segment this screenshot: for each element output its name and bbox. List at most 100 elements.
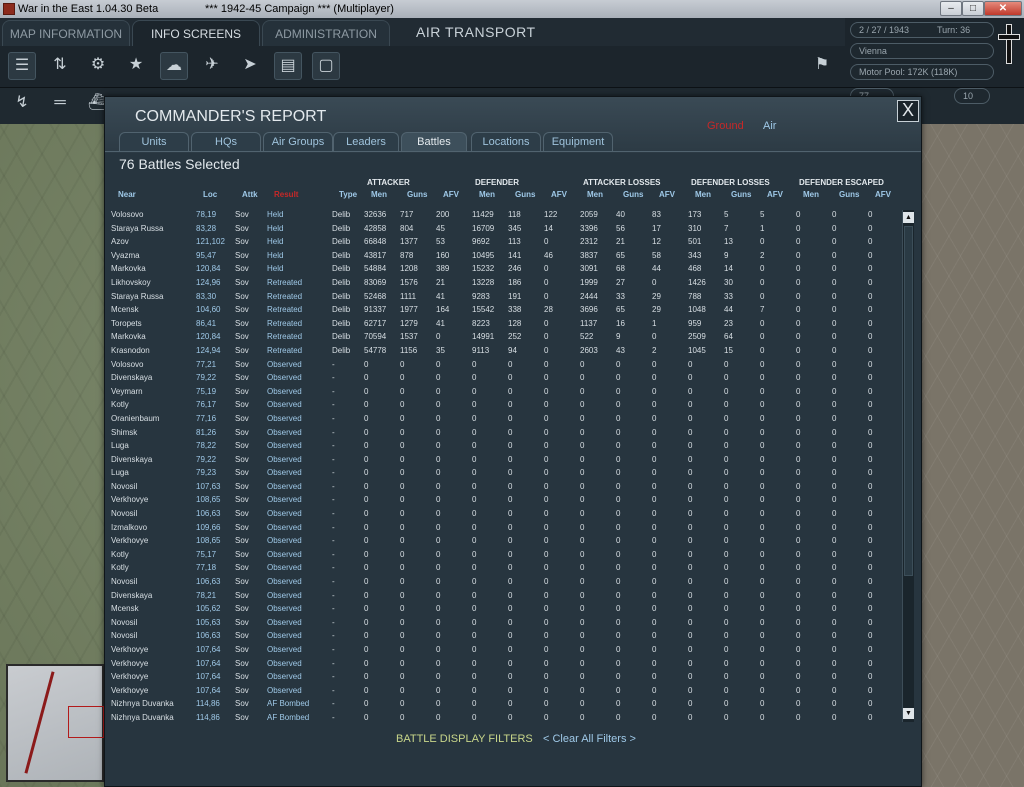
- tab-units[interactable]: Units: [119, 132, 189, 151]
- cell-near[interactable]: Markovka: [111, 330, 146, 344]
- table-row[interactable]: Markovka 120,84 Sov Held Delib 54884 1208 389 15…: [105, 262, 902, 276]
- rail-icon[interactable]: ═: [46, 90, 74, 118]
- cell-near[interactable]: Volosovo: [111, 208, 143, 222]
- table-row[interactable]: Verkhovye 107,64 Sov Observed - 0 0 0 0 0 0 0 0 0 0 0 0 0…: [105, 657, 902, 671]
- table-row[interactable]: Verkhovye 107,64 Sov Observed - 0 0 0 0 0 0 0 0 0 0 0 0 0…: [105, 684, 902, 698]
- col-header-attl-afv[interactable]: AFV: [659, 190, 675, 199]
- mode-air-toggle[interactable]: Air: [763, 120, 776, 132]
- cell-near[interactable]: Divenskaya: [111, 371, 152, 385]
- table-row[interactable]: Divenskaya 78,21 Sov Observed - 0 0 0 0 0 0 0 0 0 0 0 0 0…: [105, 589, 902, 603]
- table-row[interactable]: Likhovskoy 124,96 Sov Retreated Delib 83069 15…: [105, 276, 902, 290]
- cell-near[interactable]: Volosovo: [111, 358, 143, 372]
- cell-near[interactable]: Verkhovye: [111, 657, 148, 671]
- stack-icon[interactable]: ☰: [8, 52, 36, 80]
- col-header-type[interactable]: Type: [339, 190, 357, 199]
- col-header-attk[interactable]: Attk: [242, 190, 258, 199]
- cell-near[interactable]: Luga: [111, 466, 129, 480]
- col-header-result[interactable]: Result: [274, 190, 298, 199]
- sliders-icon[interactable]: ⇅: [46, 52, 74, 80]
- table-row[interactable]: Novosil 106,63 Sov Observed - 0 0 0 0 0 0 0 0 0 0 0 0 0 0 0: [105, 507, 902, 521]
- table-row[interactable]: Veymarn 75,19 Sov Observed - 0 0 0 0 0 0 0 0 0 0 0 0 0 0 0: [105, 385, 902, 399]
- col-header-def-afv[interactable]: AFV: [551, 190, 567, 199]
- fuel-icon[interactable]: ▤: [274, 52, 302, 80]
- rocket-icon[interactable]: ➤: [236, 52, 264, 80]
- tab-leaders[interactable]: Leaders: [333, 132, 399, 151]
- table-row[interactable]: Mcensk 105,62 Sov Observed - 0 0 0 0 0 0 0 0 0 0 0 0 0 0 0: [105, 602, 902, 616]
- cell-near[interactable]: Novosil: [111, 629, 137, 643]
- table-row[interactable]: Luga 79,23 Sov Observed - 0 0 0 0 0 0 0 0 0 0 0 0 0 0 0: [105, 466, 902, 480]
- cell-near[interactable]: Nizhnya Duvanka: [111, 711, 174, 722]
- table-scrollbar[interactable]: ▲ ▼: [902, 210, 914, 722]
- col-header-defl-guns[interactable]: Guns: [731, 190, 751, 199]
- cell-near[interactable]: Verkhovye: [111, 684, 148, 698]
- tab-info-screens[interactable]: INFO SCREENS: [132, 20, 260, 46]
- col-header-esc-guns[interactable]: Guns: [839, 190, 859, 199]
- table-row[interactable]: Mcensk 104,60 Sov Retreated Delib 91337 1977 16…: [105, 303, 902, 317]
- close-report-button[interactable]: X: [897, 100, 919, 122]
- table-row[interactable]: Novosil 107,63 Sov Observed - 0 0 0 0 0 0 0 0 0 0 0 0 0 0 0: [105, 480, 902, 494]
- battle-display-filters-button[interactable]: BATTLE DISPLAY FILTERS: [396, 733, 533, 745]
- table-row[interactable]: Izmalkovo 109,66 Sov Observed - 0 0 0 0 0 0 0 0 0 0 0 0 0…: [105, 521, 902, 535]
- cell-near[interactable]: Veymarn: [111, 385, 143, 399]
- minimap[interactable]: [6, 664, 104, 782]
- table-row[interactable]: Luga 78,22 Sov Observed - 0 0 0 0 0 0 0 0 0 0 0 0 0 0 0: [105, 439, 902, 453]
- cell-near[interactable]: Likhovskoy: [111, 276, 151, 290]
- col-header-defl-afv[interactable]: AFV: [767, 190, 783, 199]
- table-row[interactable]: Divenskaya 79,22 Sov Observed - 0 0 0 0 0 0 0 0 0 0 0 0 0…: [105, 371, 902, 385]
- table-row[interactable]: Novosil 106,63 Sov Observed - 0 0 0 0 0 0 0 0 0 0 0 0 0 0 0: [105, 575, 902, 589]
- cell-near[interactable]: Verkhovye: [111, 534, 148, 548]
- cell-near[interactable]: Kotly: [111, 548, 129, 562]
- cell-near[interactable]: Luga: [111, 439, 129, 453]
- table-row[interactable]: Verkhovye 108,65 Sov Observed - 0 0 0 0 0 0 0 0 0 0 0 0 0…: [105, 534, 902, 548]
- tab-administration[interactable]: ADMINISTRATION: [262, 20, 390, 46]
- col-header-def-men[interactable]: Men: [479, 190, 495, 199]
- tab-battles[interactable]: Battles: [401, 132, 467, 151]
- tab-hqs[interactable]: HQs: [191, 132, 261, 151]
- table-row[interactable]: Verkhovye 108,65 Sov Observed - 0 0 0 0 0 0 0 0 0 0 0 0 0…: [105, 493, 902, 507]
- star-icon[interactable]: ★: [122, 52, 150, 80]
- cell-near[interactable]: Novosil: [111, 507, 137, 521]
- plane-icon[interactable]: ✈: [198, 52, 226, 80]
- scroll-thumb[interactable]: [904, 226, 913, 576]
- table-row[interactable]: Kotly 75,17 Sov Observed - 0 0 0 0 0 0 0 0 0 0 0 0 0 0 0: [105, 548, 902, 562]
- counter-box[interactable]: 10: [954, 88, 990, 104]
- clear-all-filters-button[interactable]: < Clear All Filters >: [543, 733, 636, 745]
- cell-near[interactable]: Kotly: [111, 561, 129, 575]
- table-row[interactable]: Kotly 76,17 Sov Observed - 0 0 0 0 0 0 0 0 0 0 0 0 0 0 0: [105, 398, 902, 412]
- cell-near[interactable]: Oranienbaum: [111, 412, 159, 426]
- cell-near[interactable]: Divenskaya: [111, 453, 152, 467]
- scroll-down-icon[interactable]: ▼: [903, 708, 914, 719]
- cell-near[interactable]: Novosil: [111, 616, 137, 630]
- table-row[interactable]: Azov 121,102 Sov Held Delib 66848 1377 53 9692 11…: [105, 235, 902, 249]
- tab-air-groups[interactable]: Air Groups: [263, 132, 333, 151]
- col-header-loc[interactable]: Loc: [203, 190, 217, 199]
- table-row[interactable]: Kotly 77,18 Sov Observed - 0 0 0 0 0 0 0 0 0 0 0 0 0 0 0: [105, 561, 902, 575]
- cell-near[interactable]: Kotly: [111, 398, 129, 412]
- cell-near[interactable]: Nizhnya Duvanka: [111, 697, 174, 711]
- table-row[interactable]: Shimsk 81,26 Sov Observed - 0 0 0 0 0 0 0 0 0 0 0 0 0 0 0: [105, 426, 902, 440]
- cell-near[interactable]: Toropets: [111, 317, 142, 331]
- tab-map-information[interactable]: MAP INFORMATION: [2, 20, 130, 46]
- col-header-esc-afv[interactable]: AFV: [875, 190, 891, 199]
- map-right-area[interactable]: [920, 124, 1024, 787]
- table-row[interactable]: Toropets 86,41 Sov Retreated Delib 62717 1279 4…: [105, 317, 902, 331]
- maximize-icon[interactable]: □: [962, 1, 984, 16]
- cell-near[interactable]: Mcensk: [111, 602, 139, 616]
- tab-equipment[interactable]: Equipment: [543, 132, 613, 151]
- col-header-near[interactable]: Near: [118, 190, 136, 199]
- minimize-icon[interactable]: –: [940, 1, 962, 16]
- cell-near[interactable]: Krasnodon: [111, 344, 150, 358]
- cell-near[interactable]: Staraya Russa: [111, 290, 163, 304]
- cell-near[interactable]: Izmalkovo: [111, 521, 147, 535]
- col-header-attl-guns[interactable]: Guns: [623, 190, 643, 199]
- col-header-defl-men[interactable]: Men: [695, 190, 711, 199]
- col-header-att-men[interactable]: Men: [371, 190, 387, 199]
- table-row[interactable]: Novosil 106,63 Sov Observed - 0 0 0 0 0 0 0 0 0 0 0 0 0 0 0: [105, 629, 902, 643]
- col-header-def-guns[interactable]: Guns: [515, 190, 535, 199]
- table-row[interactable]: Staraya Russa 83,28 Sov Held Delib 42858 804 45…: [105, 222, 902, 236]
- table-row[interactable]: Volosovo 77,21 Sov Observed - 0 0 0 0 0 0 0 0 0 0 0 0 0 0 0: [105, 358, 902, 372]
- table-row[interactable]: Vyazma 95,47 Sov Held Delib 43817 878 160 10495 1…: [105, 249, 902, 263]
- table-row[interactable]: Nizhnya Duvanka 114,86 Sov AF Bombed - 0 0 0 0 0 0…: [105, 697, 902, 711]
- battles-table[interactable]: Volosovo 78,19 Sov Held Delib 32636 717 200 1142…: [105, 208, 902, 722]
- table-row[interactable]: Volosovo 78,19 Sov Held Delib 32636 717 200 1142…: [105, 208, 902, 222]
